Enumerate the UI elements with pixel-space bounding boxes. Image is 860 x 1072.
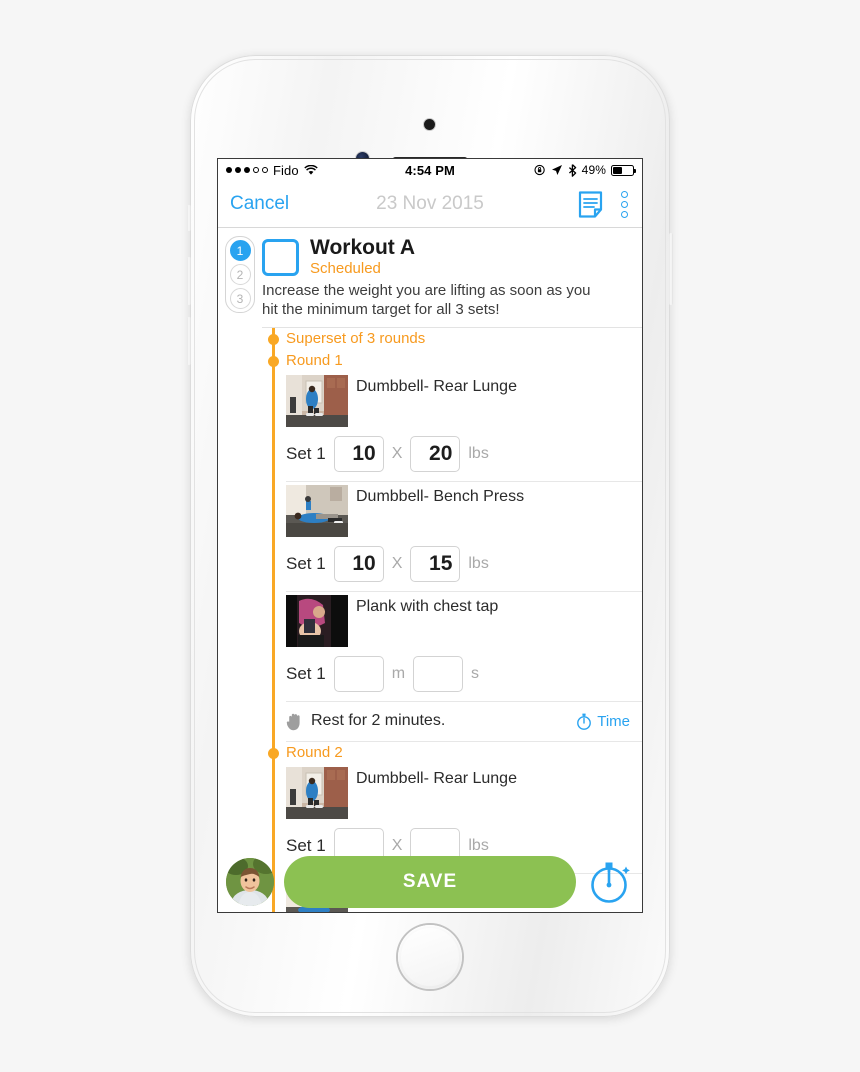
set-row: Set 1 10 X 15 lbs: [286, 537, 642, 591]
exercise-name: Plank with chest tap: [356, 597, 499, 615]
workout-description-line1: Increase the weight you are lifting as s…: [262, 282, 591, 300]
timeline-node: [268, 333, 279, 345]
stopwatch-icon: [591, 862, 630, 903]
reps-input[interactable]: 10: [333, 435, 384, 472]
rest-row: Rest for 2 minutes. Time: [260, 702, 642, 742]
kebab-menu-icon[interactable]: [619, 189, 630, 220]
timeline-node: [268, 747, 279, 759]
set-label: Set 1: [286, 663, 326, 683]
step-2[interactable]: 2: [229, 264, 251, 285]
superset-timeline: Superset of 3 rounds Round 1 Dumbbell- R…: [260, 327, 642, 912]
power-button[interactable]: [669, 233, 673, 305]
navigation-bar: Cancel 23 Nov 2015: [218, 181, 642, 228]
gym-lunge-thumbnail[interactable]: [286, 374, 348, 427]
battery-percent: 49%: [581, 163, 606, 177]
front-camera-icon: [424, 119, 435, 130]
rest-text: Rest for 2 minutes.: [311, 712, 446, 730]
weight-input[interactable]: 15: [410, 545, 461, 582]
exercise-name: Dumbbell- Rear Lunge: [356, 769, 517, 787]
home-button[interactable]: [398, 925, 462, 989]
rest-timer-label: Time: [597, 712, 630, 730]
battery-icon: [611, 164, 636, 176]
signal-dots-icon: [226, 167, 268, 173]
hand-stop-icon: [286, 713, 300, 730]
volume-down-button[interactable]: [187, 317, 191, 365]
stopwatch-icon: [577, 713, 592, 730]
step-1[interactable]: 1: [229, 240, 251, 261]
workout-description-line2: hit the minimum target for all 3 sets!: [262, 300, 500, 318]
save-button[interactable]: SAVE: [284, 856, 576, 908]
superset-header-row: Superset of 3 rounds: [260, 328, 642, 350]
phone-screen: Fido 4:54 PM 49% Cancel 23 Nov 2015 1 2 …: [218, 159, 642, 912]
reps-input[interactable]: 10: [333, 545, 384, 582]
multiply-separator: X: [391, 554, 403, 572]
set-label: Set 1: [286, 553, 326, 573]
status-bar: Fido 4:54 PM 49%: [218, 159, 642, 181]
multiply-separator: X: [391, 444, 403, 462]
set-row: Set 1 m s: [286, 647, 642, 701]
plank-chest-tap-thumbnail[interactable]: [286, 594, 348, 647]
exercise-name: Dumbbell- Bench Press: [356, 487, 525, 505]
location-arrow-icon: [551, 165, 562, 175]
user-avatar-photo[interactable]: [226, 858, 274, 906]
exercise-name: Dumbbell- Rear Lunge: [356, 377, 517, 395]
volume-up-button[interactable]: [187, 257, 191, 305]
step-3[interactable]: 3: [229, 288, 251, 309]
workout-description: Increase the weight you are lifting as s…: [262, 282, 642, 320]
round-2-label-row: Round 2: [260, 742, 642, 764]
round-label: Round 1: [286, 351, 343, 369]
workout-title: Workout A: [310, 236, 415, 259]
bluetooth-icon: [568, 163, 576, 177]
rest-timer-button[interactable]: Time: [576, 713, 634, 730]
wifi-icon: [303, 164, 318, 175]
multiply-separator: X: [391, 836, 403, 854]
set-row: Set 1 10 X 20 lbs: [286, 427, 642, 481]
checkbox-unchecked-icon[interactable]: [262, 239, 299, 276]
exercise-item: Plank with chest tap Set 1 m s: [260, 592, 642, 702]
minutes-unit: m: [391, 664, 406, 682]
status-badge: Scheduled: [310, 260, 381, 278]
workout-header-block: Workout A Scheduled Increase the weight …: [260, 228, 642, 328]
workout-content: 1 2 3 Workout A Scheduled Increase the w…: [218, 228, 642, 912]
gym-lunge-thumbnail[interactable]: [286, 766, 348, 819]
minutes-input[interactable]: [333, 655, 384, 692]
set-label: Set 1: [286, 835, 326, 855]
superset-header: Superset of 3 rounds: [286, 329, 426, 347]
carrier-name: Fido: [273, 162, 299, 178]
cancel-button[interactable]: Cancel: [230, 193, 289, 215]
step-indicator: 1 2 3: [225, 236, 255, 313]
weight-unit: lbs: [468, 444, 489, 462]
weight-unit: lbs: [468, 836, 489, 854]
silent-switch[interactable]: [187, 205, 191, 231]
set-label: Set 1: [286, 443, 326, 463]
weight-unit: lbs: [468, 554, 489, 572]
rotation-lock-icon: [534, 164, 545, 176]
exercise-item: Dumbbell- Rear Lunge Set 1 10 X 20 lbs: [260, 372, 642, 482]
phone-device-frame: Fido 4:54 PM 49% Cancel 23 Nov 2015 1 2 …: [187, 55, 673, 1017]
stopwatch-button[interactable]: [586, 858, 634, 906]
weight-input[interactable]: 20: [410, 435, 461, 472]
round-1-label-row: Round 1: [260, 350, 642, 372]
note-document-icon[interactable]: [578, 190, 603, 218]
seconds-input[interactable]: [413, 655, 464, 692]
timeline-node: [268, 355, 279, 367]
exercise-item: Dumbbell- Bench Press Set 1 10 X 15 lbs: [260, 482, 642, 592]
seconds-unit: s: [471, 664, 480, 682]
gym-bench-press-thumbnail[interactable]: [286, 484, 348, 537]
round-label: Round 2: [286, 743, 343, 761]
